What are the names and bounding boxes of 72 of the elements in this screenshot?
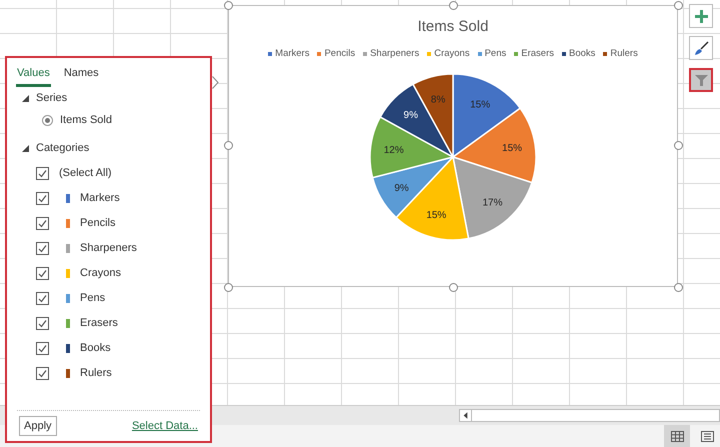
panel-tab[interactable]: Names: [62, 65, 100, 86]
apply-button[interactable]: Apply: [19, 416, 57, 436]
legend-swatch: [562, 52, 566, 56]
select-data-link[interactable]: Select Data...: [132, 418, 198, 434]
chart-area[interactable]: Items Sold Markers Pencils Sharpeners Crayons Pens Erasers Books Rulers 15% 15% 17% 15% 9% 12% 9% 8%: [228, 5, 678, 287]
legend-label: Rulers: [610, 46, 638, 60]
resize-handle[interactable]: [224, 283, 233, 292]
resize-handle[interactable]: [674, 283, 683, 292]
legend-swatch: [603, 52, 608, 56]
data-label: 15%: [470, 99, 490, 110]
checkbox[interactable]: [36, 292, 49, 304]
checkbox[interactable]: [36, 242, 49, 254]
plus-icon: [694, 10, 708, 22]
legend-swatch: [514, 52, 518, 56]
category-label: Markers: [80, 190, 120, 206]
checkbox[interactable]: [36, 166, 49, 180]
legend-label: Sharpeners: [370, 46, 420, 60]
data-label: 9%: [404, 110, 418, 121]
legend-swatch: [317, 52, 322, 56]
collapse-triangle-icon[interactable]: [22, 95, 29, 102]
chart-tool-button[interactable]: [689, 4, 713, 28]
series-label: Items Sold: [60, 113, 112, 128]
horizontal-scrollbar[interactable]: [459, 409, 720, 422]
checkbox[interactable]: [36, 266, 49, 280]
legend-swatch: [363, 52, 368, 56]
legend-swatch: [268, 52, 272, 56]
section-heading: Series: [36, 91, 68, 106]
checkbox[interactable]: [36, 366, 49, 380]
radio-button[interactable]: [42, 115, 53, 126]
checkbox[interactable]: [36, 192, 49, 204]
data-label: 8%: [430, 94, 446, 106]
legend-swatch: [427, 52, 432, 56]
resize-handle[interactable]: [224, 1, 233, 10]
resize-handle[interactable]: [224, 141, 233, 150]
resize-handle[interactable]: [449, 283, 458, 292]
chart-title: Items Sold: [418, 17, 488, 37]
data-label: 9%: [394, 182, 409, 194]
legend-label: Pens: [484, 46, 506, 60]
category-label: Rulers: [80, 366, 112, 381]
category-label: Erasers: [80, 316, 118, 331]
data-label: 15%: [426, 210, 446, 221]
checkbox[interactable]: [36, 342, 49, 354]
data-label: 17%: [482, 197, 503, 208]
checkbox[interactable]: [36, 316, 49, 330]
section-heading: Categories: [36, 141, 90, 156]
resize-handle[interactable]: [449, 1, 458, 10]
resize-handle[interactable]: [674, 141, 683, 150]
legend-label: Pencils: [324, 46, 356, 60]
collapse-triangle-icon[interactable]: [22, 145, 29, 152]
checkbox[interactable]: [36, 216, 49, 230]
legend-label: Crayons: [434, 46, 470, 60]
category-label: Pencils: [80, 216, 116, 231]
page-layout-icon: [700, 430, 714, 442]
chart-tool-button[interactable]: [689, 68, 713, 92]
category-label: Books: [80, 340, 111, 356]
legend-swatch: [478, 52, 482, 56]
paintbrush-icon: [694, 40, 708, 56]
panel-tab[interactable]: Values: [16, 65, 51, 86]
category-label: Pens: [80, 290, 106, 306]
category-label: Crayons: [80, 266, 121, 281]
data-label: 12%: [384, 144, 404, 156]
select-all-label: (Select All): [59, 166, 112, 181]
resize-handle[interactable]: [674, 1, 683, 10]
legend-label: Markers: [275, 46, 310, 60]
category-label: Sharpeners: [80, 240, 137, 256]
view-button[interactable]: [664, 425, 690, 447]
legend-label: Books: [568, 46, 596, 60]
grid-icon: [670, 430, 684, 442]
filter-icon: [694, 74, 708, 86]
legend-label: Erasers: [521, 46, 554, 60]
chart-tool-button[interactable]: [689, 36, 713, 60]
data-label: 15%: [502, 142, 522, 154]
